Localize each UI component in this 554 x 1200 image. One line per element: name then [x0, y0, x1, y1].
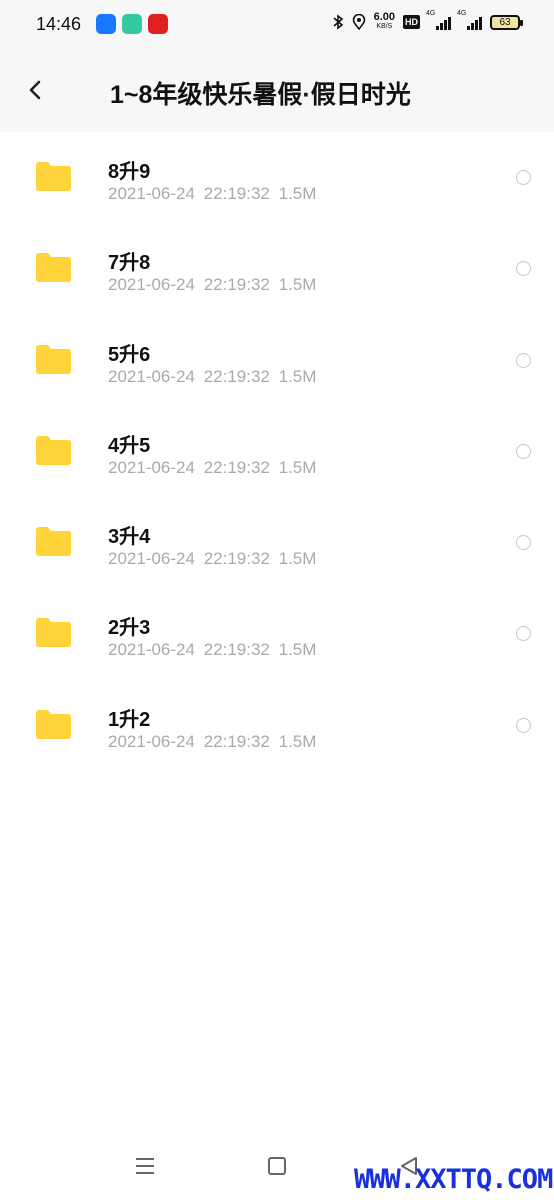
page-title: 1~8年级快乐暑假·假日时光: [110, 81, 411, 109]
select-radio[interactable]: [516, 626, 531, 642]
folder-name: 5升6: [108, 343, 151, 366]
hd-badge: HD: [403, 15, 420, 29]
folder-meta: 2021-06-24 22:19:32 1.5M: [108, 366, 317, 386]
folder-name: 1升2: [108, 708, 151, 731]
folder-row[interactable]: 4升5 2021-06-24 22:19:32 1.5M: [0, 406, 554, 497]
back-button[interactable]: [22, 76, 50, 104]
notification-icons: [96, 14, 168, 34]
folder-icon: [36, 527, 71, 557]
bluetooth-icon: [333, 14, 343, 30]
select-radio[interactable]: [516, 170, 531, 185]
select-radio[interactable]: [516, 261, 531, 277]
watermark: WWW.XXTTQ.COM: [354, 1164, 553, 1195]
folder-meta: 2021-06-24 22:19:32 1.5M: [108, 184, 317, 203]
select-radio[interactable]: [516, 535, 531, 551]
status-time: 14:46: [36, 14, 82, 34]
select-radio[interactable]: [516, 717, 531, 733]
folder-icon: [36, 344, 71, 374]
folder-meta: 2021-06-24 22:19:32 1.5M: [108, 640, 317, 660]
folder-name: 7升8: [108, 252, 151, 275]
title-bar: 1~8年级快乐暑假·假日时光: [0, 48, 554, 132]
net-speed: 6.00 KB/S: [373, 11, 395, 31]
folder-name: 3升4: [108, 526, 151, 549]
location-icon: [352, 14, 365, 30]
folder-list: 8升9 2021-06-24 22:19:32 1.5M 7升8 2021-06…: [0, 132, 554, 771]
folder-row[interactable]: 5升6 2021-06-24 22:19:32 1.5M: [0, 315, 554, 406]
folder-row[interactable]: 8升9 2021-06-24 22:19:32 1.5M: [0, 132, 554, 223]
folder-meta: 2021-06-24 22:19:32 1.5M: [108, 275, 317, 295]
battery-icon: 63: [490, 14, 523, 30]
folder-name: 8升9: [108, 161, 151, 183]
status-bar: 14:46 6.00 KB/S HD 4G 4G 63: [0, 0, 554, 48]
signal-2-icon: 4G: [457, 10, 482, 30]
folder-row[interactable]: 1升2 2021-06-24 22:19:32 1.5M: [0, 680, 554, 771]
status-indicators: 6.00 KB/S HD 4G 4G 63: [332, 10, 523, 32]
folder-icon: [36, 709, 71, 739]
select-radio[interactable]: [516, 352, 531, 368]
folder-row[interactable]: 3升4 2021-06-24 22:19:32 1.5M: [0, 497, 554, 588]
folder-name: 2升3: [108, 617, 151, 640]
menu-icon[interactable]: [134, 1157, 156, 1175]
signal-1-icon: 4G: [426, 10, 451, 30]
folder-meta: 2021-06-24 22:19:32 1.5M: [108, 549, 317, 569]
folder-icon: [36, 253, 71, 283]
folder-icon: [36, 618, 71, 648]
folder-icon: [36, 435, 71, 465]
folder-meta: 2021-06-24 22:19:32 1.5M: [108, 457, 317, 477]
alipay-icon: [96, 14, 116, 34]
folder-icon: [36, 162, 71, 191]
folder-name: 4升5: [108, 434, 151, 457]
folder-meta: 2021-06-24 22:19:32 1.5M: [108, 731, 317, 751]
home-icon[interactable]: [268, 1157, 286, 1175]
app-red-icon: [148, 14, 168, 34]
select-radio[interactable]: [516, 443, 531, 459]
folder-row[interactable]: 7升8 2021-06-24 22:19:32 1.5M: [0, 223, 554, 314]
folder-row[interactable]: 2升3 2021-06-24 22:19:32 1.5M: [0, 588, 554, 679]
app-green-icon: [122, 14, 142, 34]
